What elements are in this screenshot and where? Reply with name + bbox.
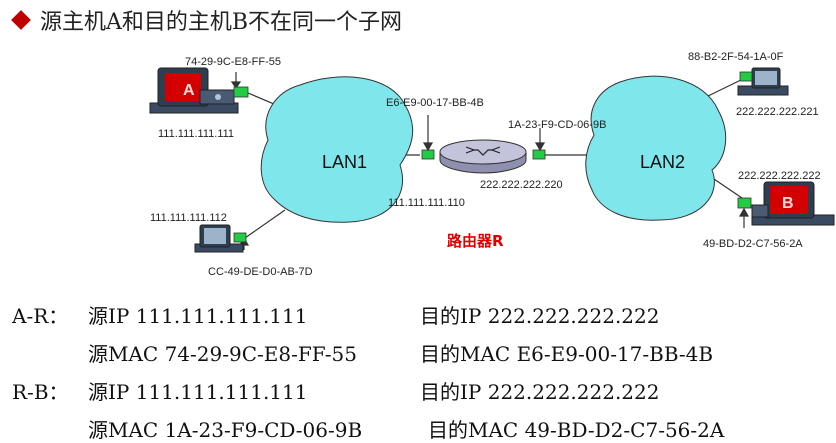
host-c-ip: 111.111.111.112 <box>150 212 227 224</box>
router-right-ip: 222.222.222.220 <box>480 179 563 191</box>
ar-src-ip: 源IP 111.111.111.111 <box>88 304 308 328</box>
rb-dst-mac: 目的MAC 49-BD-D2-C7-56-2A <box>428 418 725 442</box>
lan2-label: LAN2 <box>640 152 686 172</box>
host-a-mac: 74-29-9C-E8-FF-55 <box>185 56 281 68</box>
rb-label: R-B： <box>12 380 69 404</box>
router-right-port-icon <box>532 149 546 160</box>
host-b-ip: 222.222.222.222 <box>738 170 821 182</box>
router-left-ip: 111.111.111.110 <box>388 197 465 209</box>
link-c-lan1 <box>244 209 286 239</box>
ar-label: A-R： <box>12 304 69 328</box>
router-icon <box>439 139 527 174</box>
host-b-letter: B <box>782 195 794 212</box>
rb-src-mac: 源MAC 1A-23-F9-CD-06-9B <box>88 418 363 442</box>
host-a-ip: 111.111.111.111 <box>158 128 235 140</box>
ar-dst-ip: 目的IP 222.222.222.222 <box>420 304 660 328</box>
host-d-ip: 222.222.222.221 <box>736 106 819 118</box>
host-b-mac: 49-BD-D2-C7-56-2A <box>703 238 803 250</box>
router-left-mac: E6-E9-00-17-BB-4B <box>386 97 484 109</box>
ar-dst-mac: 目的MAC E6-E9-00-17-BB-4B <box>420 342 714 366</box>
host-d-nic-icon <box>739 71 753 82</box>
router-right-mac: 1A-23-F9-CD-06-9B <box>508 119 607 131</box>
host-a-letter: A <box>183 82 195 99</box>
host-a-nic-icon <box>233 86 249 98</box>
slide: 源主机A和目的主机B不在同一个子网 A B 74-29-9C-E8-FF-55 … <box>0 0 836 443</box>
lan1-label: LAN1 <box>322 152 368 172</box>
router-name: 路由器R <box>447 232 504 250</box>
host-b-nic-icon <box>737 197 752 209</box>
host-d-mac: 88-B2-2F-54-1A-0F <box>688 51 784 63</box>
host-c-nic-icon <box>233 232 247 243</box>
lan2-cloud <box>585 75 727 221</box>
router-left-port-icon <box>421 149 435 160</box>
host-c-mac: CC-49-DE-D0-AB-7D <box>208 266 313 278</box>
rb-src-ip: 源IP 111.111.111.111 <box>88 380 308 404</box>
ar-src-mac: 源MAC 74-29-9C-E8-FF-55 <box>88 342 357 366</box>
rb-dst-ip: 目的IP 222.222.222.222 <box>420 380 660 404</box>
